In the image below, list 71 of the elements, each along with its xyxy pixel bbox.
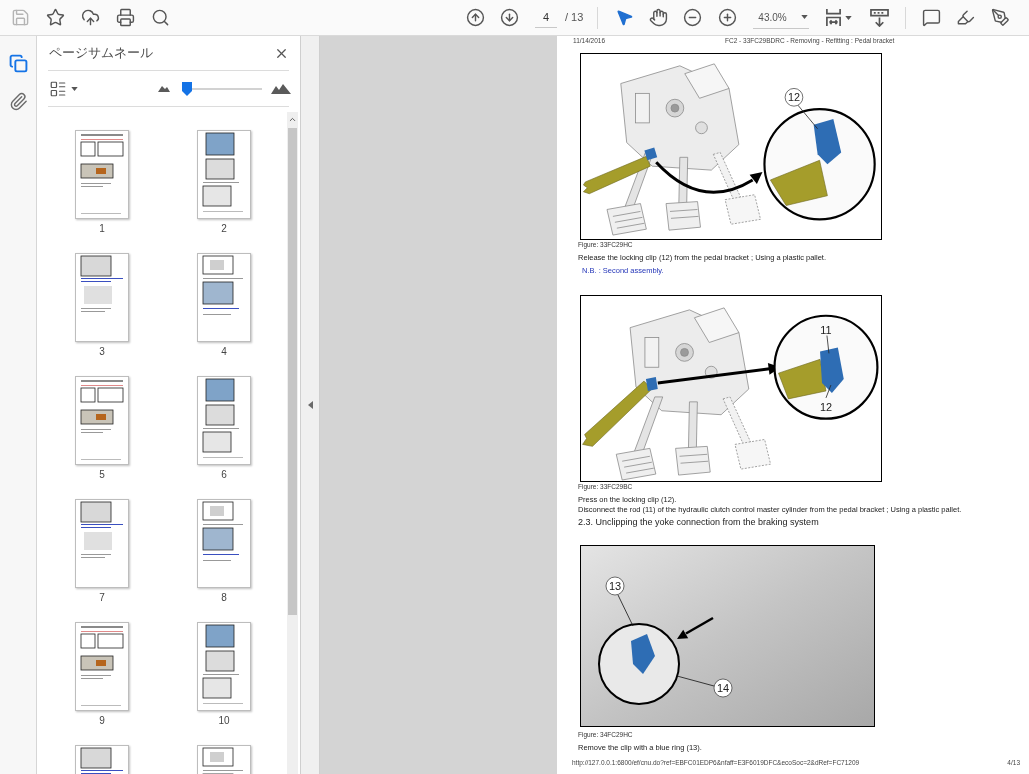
- zoom-out-icon: [683, 8, 703, 27]
- paperclip-icon: [8, 91, 28, 111]
- leader-line: [825, 384, 832, 399]
- caret-icon: [71, 86, 78, 91]
- clip-part: [820, 347, 844, 393]
- page-number-label: 2: [221, 223, 227, 235]
- clip-part: [631, 634, 655, 674]
- scroll-up-icon[interactable]: [288, 115, 297, 124]
- zoom-in-icon: [718, 8, 738, 27]
- plastic-tool: [778, 359, 827, 400]
- clip-part: [813, 118, 842, 165]
- page-number-label: 9: [99, 715, 105, 727]
- page-thumbnail[interactable]: [197, 622, 251, 711]
- cloud-upload-icon: [81, 8, 100, 27]
- small-mountain-icon: [158, 85, 170, 92]
- callout-label: 14: [713, 678, 733, 698]
- zoom-dropdown[interactable]: 43.0%: [753, 6, 810, 29]
- page-thumbnail[interactable]: [75, 499, 129, 588]
- page-thumbnail[interactable]: [197, 376, 251, 465]
- page-thumbnail[interactable]: [197, 253, 251, 342]
- arrow-down-circle-icon: [499, 8, 519, 27]
- page-thumbnail[interactable]: [197, 130, 251, 219]
- pen-icon: [991, 8, 1011, 27]
- save-icon: [11, 8, 30, 27]
- large-mountain-icon: [271, 83, 291, 94]
- thumbnail-size-slider[interactable]: [182, 81, 262, 96]
- callout-label: 13: [605, 576, 625, 596]
- page-number-label: 7: [99, 592, 105, 604]
- page-number-field[interactable]: 4: [535, 7, 557, 28]
- page-number-label: 5: [99, 469, 105, 481]
- leader-line: [826, 335, 830, 354]
- page-number-label: 8: [221, 592, 227, 604]
- star-icon: [46, 8, 65, 27]
- comment-icon: [921, 8, 941, 27]
- scrollbar-thumb[interactable]: [288, 128, 297, 615]
- plastic-tool: [770, 160, 828, 206]
- page-count: / 13: [565, 10, 584, 26]
- list-icon: [49, 79, 67, 98]
- page-number-label: 6: [221, 469, 227, 481]
- page-number-label: 4: [221, 346, 227, 358]
- leader-line: [617, 594, 634, 627]
- page-thumbnail[interactable]: [197, 499, 251, 588]
- leader-line: [797, 104, 818, 130]
- highlighter-icon: [956, 8, 976, 27]
- page-number-label: 1: [99, 223, 105, 235]
- callout-label: 12: [819, 400, 833, 413]
- page-number-label: 10: [218, 715, 230, 727]
- caret-icon: [844, 15, 852, 20]
- callout-label: 11: [820, 323, 832, 336]
- panel-title: ページサムネール: [49, 44, 153, 63]
- page-thumbnail[interactable]: [75, 130, 129, 219]
- zoom-arrow: [677, 616, 714, 639]
- page-thumbnail[interactable]: [75, 622, 129, 711]
- scroll-mode-icon: [869, 8, 889, 27]
- hand-icon: [648, 8, 668, 27]
- arrow-up-circle-icon: [465, 8, 485, 27]
- page-thumbnail[interactable]: [75, 253, 129, 342]
- pages-icon: [8, 53, 28, 73]
- fit-page-icon: [824, 8, 842, 27]
- caret-icon: [800, 15, 808, 19]
- leader-line: [676, 675, 715, 687]
- slider-thumb[interactable]: [181, 81, 192, 96]
- page-number-label: 3: [99, 346, 105, 358]
- section-heading: 2.3. Unclipping the yoke connection from the braking system: [578, 517, 820, 528]
- page-thumbnail[interactable]: [75, 376, 129, 465]
- printer-icon: [116, 8, 135, 27]
- collapse-icon: [307, 401, 313, 409]
- scrollbar[interactable]: [287, 112, 298, 774]
- pointer-icon: [614, 8, 634, 27]
- search-icon: [151, 8, 170, 27]
- callout-label: 12: [784, 88, 804, 107]
